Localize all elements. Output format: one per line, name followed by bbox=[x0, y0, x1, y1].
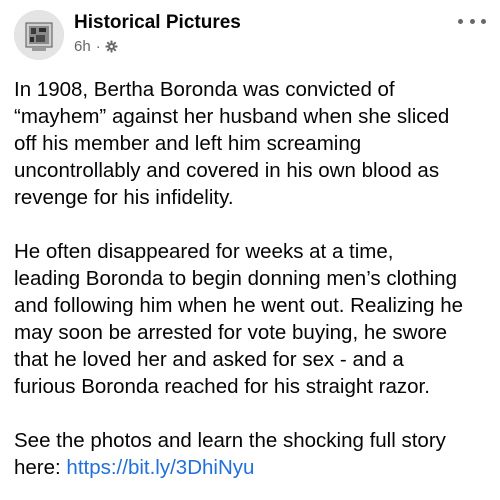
text-line: See the photos and learn the shocking fu… bbox=[14, 429, 446, 452]
post-paragraph-3: See the photos and learn the shocking fu… bbox=[14, 427, 490, 481]
page-name-link[interactable]: Historical Pictures bbox=[74, 12, 241, 34]
text-line: and following him when he went out. Real… bbox=[14, 294, 463, 317]
text-line: off his member and left him screaming bbox=[14, 132, 362, 155]
text-line: revenge for his infidelity. bbox=[14, 186, 234, 209]
post-header: Historical Pictures 6h · bbox=[14, 10, 486, 62]
historical-pictures-avatar-icon bbox=[14, 10, 64, 60]
post-text: In 1908, Bertha Boronda was convicted of… bbox=[14, 76, 490, 500]
text-line-with-link: here: https://bit.ly/3DhiNyu bbox=[14, 454, 490, 481]
text-line: uncontrollably and covered in his own bl… bbox=[14, 159, 440, 182]
page-avatar[interactable] bbox=[14, 10, 64, 60]
text-line: “mayhem” against her husband when she sl… bbox=[14, 105, 450, 128]
facebook-post: Historical Pictures 6h · In 1908, Bertha… bbox=[0, 0, 500, 500]
post-paragraph-1: In 1908, Bertha Boronda was convicted of… bbox=[14, 76, 490, 211]
text-line: He often disappeared for weeks at a time… bbox=[14, 240, 394, 263]
post-paragraph-2: He often disappeared for weeks at a time… bbox=[14, 238, 490, 400]
story-link[interactable]: https://bit.ly/3DhiNyu bbox=[66, 456, 254, 479]
text-line: that he loved her and asked for sex - an… bbox=[14, 348, 404, 371]
text-line: In 1908, Bertha Boronda was convicted of bbox=[14, 78, 395, 101]
text-line: may soon be arrested for vote buying, he… bbox=[14, 321, 448, 344]
link-prefix: here: bbox=[14, 456, 67, 479]
post-meta: 6h · bbox=[74, 38, 118, 55]
post-time-link[interactable]: 6h bbox=[74, 38, 91, 55]
text-line: furious Boronda reached for his straight… bbox=[14, 375, 430, 398]
more-options-icon[interactable] bbox=[458, 14, 486, 28]
text-line: leading Boronda to begin donning men’s c… bbox=[14, 267, 457, 290]
meta-separator: · bbox=[95, 38, 101, 55]
gear-icon[interactable] bbox=[105, 40, 118, 53]
